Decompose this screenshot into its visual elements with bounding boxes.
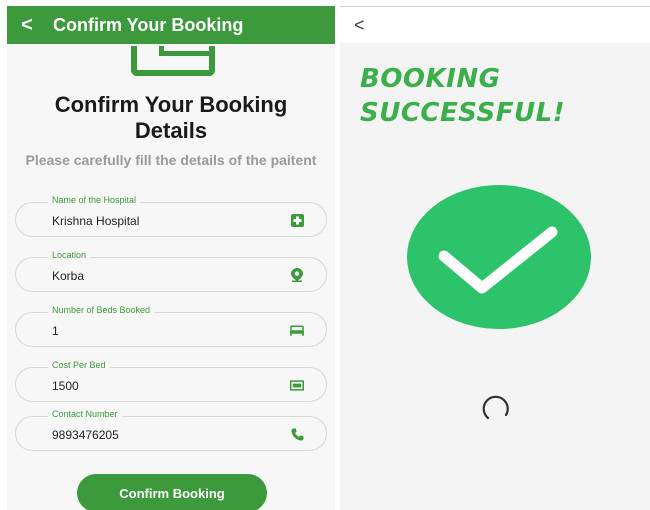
app-bar-title: Confirm Your Booking: [53, 14, 244, 35]
hospital-icon: [290, 213, 304, 227]
location-field[interactable]: Location Korba: [15, 250, 327, 292]
field-value: Krishna Hospital: [52, 214, 140, 228]
success-message: BOOKING SUCCESSFUL!: [360, 62, 565, 130]
checkmark-circle-icon: [407, 185, 591, 329]
confirm-booking-button[interactable]: Confirm Booking: [77, 474, 267, 510]
bed-icon: [290, 323, 304, 337]
phone-icon: [290, 427, 304, 441]
success-line-2: SUCCESSFUL!: [360, 98, 566, 128]
location-pin-icon: [290, 268, 304, 282]
field-value: 1500: [52, 379, 79, 393]
field-value: Korba: [52, 269, 85, 283]
app-bar: < Confirm Your Booking: [7, 6, 335, 44]
hospital-name-field[interactable]: Name of the Hospital Krishna Hospital: [15, 195, 327, 237]
field-value: 1: [52, 324, 59, 338]
field-label: Name of the Hospital: [48, 195, 141, 205]
field-label: Contact Number: [48, 409, 122, 419]
field-label: Cost Per Bed: [48, 360, 110, 370]
confirm-booking-screen: < Confirm Your Booking Confirm Your Book…: [7, 6, 335, 510]
beds-booked-field[interactable]: Number of Beds Booked 1: [15, 305, 327, 347]
booking-logo-icon: [131, 46, 215, 76]
page-subtitle: Please carefully fill the details of the…: [25, 152, 317, 168]
money-icon: [290, 378, 304, 392]
loading-spinner-icon: [482, 395, 509, 420]
page-title: Confirm Your Booking Details: [54, 92, 288, 143]
field-value: 9893476205: [52, 428, 119, 442]
field-label: Number of Beds Booked: [48, 305, 155, 315]
success-line-1: BOOKING: [360, 64, 501, 94]
back-button[interactable]: <: [354, 15, 365, 36]
back-button[interactable]: <: [7, 14, 47, 37]
booking-success-screen: < BOOKING SUCCESSFUL!: [340, 6, 650, 510]
top-bar: <: [340, 7, 650, 43]
contact-number-field[interactable]: Contact Number 9893476205: [15, 409, 327, 451]
cost-per-bed-field[interactable]: Cost Per Bed 1500: [15, 360, 327, 402]
field-label: Location: [48, 250, 91, 260]
